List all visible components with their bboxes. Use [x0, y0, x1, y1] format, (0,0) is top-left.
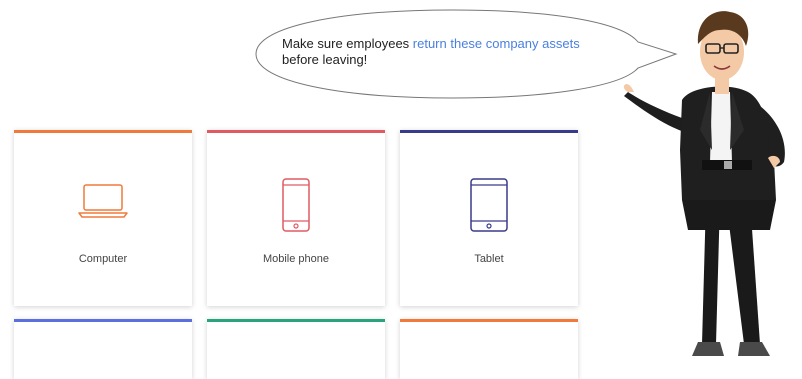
card-label-mobile-phone: Mobile phone — [262, 253, 330, 265]
card-row2-3[interactable] — [400, 319, 578, 379]
card-row2-1[interactable] — [14, 319, 192, 379]
bubble-message: Make sure employees return these company… — [282, 36, 622, 68]
bubble-text-start: Make sure employees — [282, 36, 413, 51]
tablet-icon — [470, 178, 508, 232]
laptop-icon — [78, 184, 128, 218]
presenter-character — [623, 11, 785, 356]
mobile-phone-icon — [282, 178, 310, 232]
card-computer[interactable]: Computer — [14, 130, 192, 306]
bubble-text-end: before leaving! — [282, 52, 368, 67]
card-row2-2[interactable] — [207, 319, 385, 379]
card-label-computer: Computer — [78, 253, 128, 265]
card-label-tablet: Tablet — [474, 253, 504, 265]
card-tablet[interactable]: Tablet — [400, 130, 578, 306]
bubble-text-highlight: return these company assets — [412, 36, 580, 51]
card-mobile-phone[interactable]: Mobile phone — [207, 130, 385, 306]
speech-bubble: Make sure employees return these company… — [252, 6, 682, 102]
